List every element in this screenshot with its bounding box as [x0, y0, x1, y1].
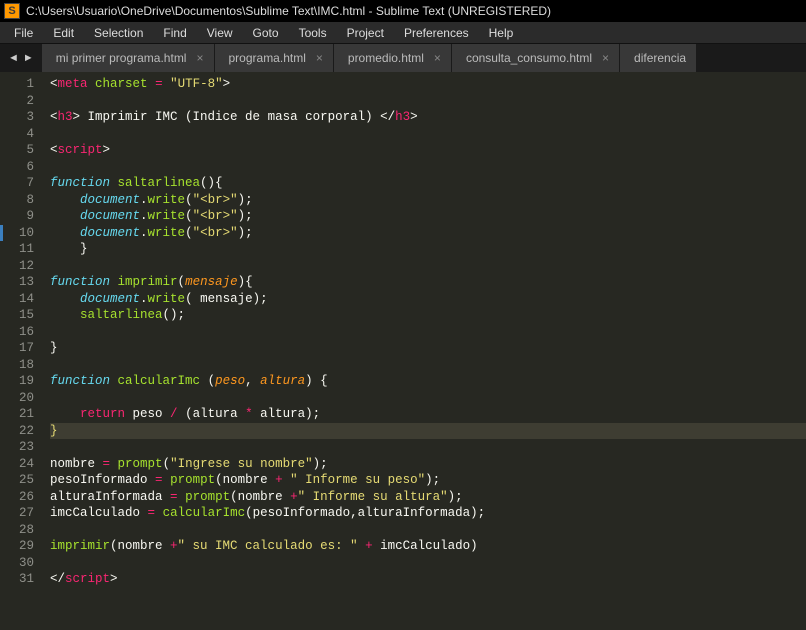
menu-help[interactable]: Help: [479, 22, 524, 44]
tab-label: programa.html: [229, 51, 306, 65]
line-number: 7: [4, 175, 34, 192]
code-line[interactable]: }: [50, 423, 806, 440]
code-line[interactable]: [50, 93, 806, 110]
window-title: C:\Users\Usuario\OneDrive\Documentos\Sub…: [26, 4, 551, 18]
code-line[interactable]: [50, 555, 806, 572]
modified-line-marker: [0, 225, 3, 242]
code-area[interactable]: <meta charset = "UTF-8"> <h3> Imprimir IM…: [42, 72, 806, 630]
code-line[interactable]: }: [50, 241, 806, 258]
code-line[interactable]: [50, 324, 806, 341]
code-line[interactable]: document.write( mensaje);: [50, 291, 806, 308]
menu-tools[interactable]: Tools: [289, 22, 337, 44]
code-line[interactable]: [50, 126, 806, 143]
code-line[interactable]: document.write("<br>");: [50, 192, 806, 209]
menu-view[interactable]: View: [197, 22, 243, 44]
tab-mi-primer-programa[interactable]: mi primer programa.html ×: [42, 44, 215, 72]
code-line[interactable]: [50, 357, 806, 374]
line-number: 9: [4, 208, 34, 225]
tab-label: mi primer programa.html: [56, 51, 187, 65]
line-number: 27: [4, 505, 34, 522]
close-icon[interactable]: ×: [316, 51, 323, 65]
line-number: 20: [4, 390, 34, 407]
app-icon: S: [4, 3, 20, 19]
code-line[interactable]: function imprimir(mensaje){: [50, 274, 806, 291]
close-icon[interactable]: ×: [434, 51, 441, 65]
menu-file[interactable]: File: [4, 22, 43, 44]
code-line[interactable]: [50, 258, 806, 275]
tab-promedio[interactable]: promedio.html ×: [334, 44, 452, 72]
menu-project[interactable]: Project: [337, 22, 394, 44]
code-line[interactable]: document.write("<br>");: [50, 208, 806, 225]
code-line[interactable]: [50, 390, 806, 407]
menu-selection[interactable]: Selection: [84, 22, 153, 44]
line-number: 28: [4, 522, 34, 539]
code-line[interactable]: </script>: [50, 571, 806, 588]
tab-nav: ◄ ►: [0, 44, 42, 72]
line-number: 25: [4, 472, 34, 489]
code-line[interactable]: document.write("<br>");: [50, 225, 806, 242]
code-line[interactable]: imcCalculado = calcularImc(pesoInformado…: [50, 505, 806, 522]
code-line[interactable]: pesoInformado = prompt(nombre + " Inform…: [50, 472, 806, 489]
line-number: 23: [4, 439, 34, 456]
code-line[interactable]: nombre = prompt("Ingrese su nombre");: [50, 456, 806, 473]
line-number: 3: [4, 109, 34, 126]
code-line[interactable]: [50, 439, 806, 456]
line-number-gutter: 1234567891011121314151617181920212223242…: [0, 72, 42, 630]
tab-diferencia[interactable]: diferencia: [620, 44, 697, 72]
close-icon[interactable]: ×: [196, 51, 203, 65]
tab-label: diferencia: [634, 51, 686, 65]
line-number: 4: [4, 126, 34, 143]
code-line[interactable]: function saltarlinea(){: [50, 175, 806, 192]
editor[interactable]: 1234567891011121314151617181920212223242…: [0, 72, 806, 630]
line-number: 5: [4, 142, 34, 159]
code-line[interactable]: <h3> Imprimir IMC (Indice de masa corpor…: [50, 109, 806, 126]
line-number: 8: [4, 192, 34, 209]
code-line[interactable]: imprimir(nombre +" su IMC calculado es: …: [50, 538, 806, 555]
menu-preferences[interactable]: Preferences: [394, 22, 479, 44]
menu-bar: File Edit Selection Find View Goto Tools…: [0, 22, 806, 44]
line-number: 1: [4, 76, 34, 93]
line-number: 24: [4, 456, 34, 473]
line-number: 19: [4, 373, 34, 390]
close-icon[interactable]: ×: [602, 51, 609, 65]
code-line[interactable]: saltarlinea();: [50, 307, 806, 324]
tab-consulta-consumo[interactable]: consulta_consumo.html ×: [452, 44, 620, 72]
code-line[interactable]: alturaInformada = prompt(nombre +" Infor…: [50, 489, 806, 506]
code-line[interactable]: <meta charset = "UTF-8">: [50, 76, 806, 93]
line-number: 29: [4, 538, 34, 555]
nav-forward-icon[interactable]: ►: [21, 52, 36, 64]
code-line[interactable]: <script>: [50, 142, 806, 159]
nav-back-icon[interactable]: ◄: [6, 52, 21, 64]
line-number: 17: [4, 340, 34, 357]
tab-bar: ◄ ► mi primer programa.html × programa.h…: [0, 44, 806, 72]
line-number: 6: [4, 159, 34, 176]
line-number: 11: [4, 241, 34, 258]
line-number: 18: [4, 357, 34, 374]
line-number: 13: [4, 274, 34, 291]
menu-edit[interactable]: Edit: [43, 22, 84, 44]
line-number: 21: [4, 406, 34, 423]
code-line[interactable]: function calcularImc (peso, altura) {: [50, 373, 806, 390]
tab-label: consulta_consumo.html: [466, 51, 592, 65]
tab-programa[interactable]: programa.html ×: [215, 44, 334, 72]
line-number: 22: [4, 423, 34, 440]
line-number: 10: [4, 225, 34, 242]
line-number: 30: [4, 555, 34, 572]
code-line[interactable]: [50, 522, 806, 539]
menu-find[interactable]: Find: [153, 22, 196, 44]
window-titlebar: S C:\Users\Usuario\OneDrive\Documentos\S…: [0, 0, 806, 22]
code-line[interactable]: }: [50, 340, 806, 357]
code-line[interactable]: return peso / (altura * altura);: [50, 406, 806, 423]
line-number: 2: [4, 93, 34, 110]
line-number: 12: [4, 258, 34, 275]
menu-goto[interactable]: Goto: [243, 22, 289, 44]
line-number: 15: [4, 307, 34, 324]
tabs: mi primer programa.html × programa.html …: [42, 44, 806, 72]
line-number: 31: [4, 571, 34, 588]
tab-label: promedio.html: [348, 51, 424, 65]
line-number: 26: [4, 489, 34, 506]
line-number: 16: [4, 324, 34, 341]
line-number: 14: [4, 291, 34, 308]
code-line[interactable]: [50, 159, 806, 176]
